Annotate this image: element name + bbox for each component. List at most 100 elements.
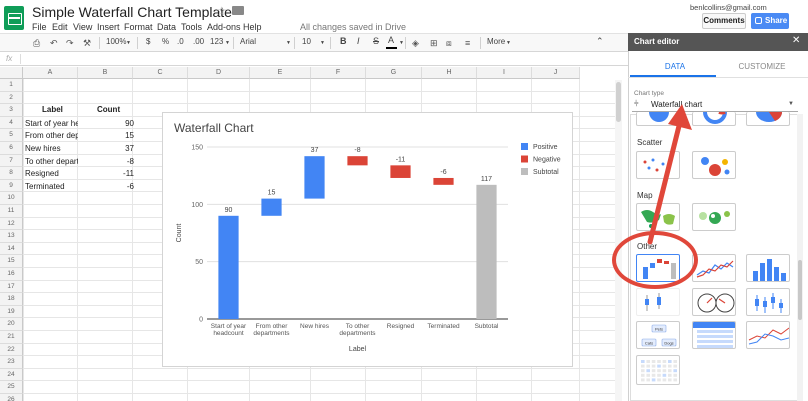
strikethrough-button[interactable]: S — [373, 36, 379, 46]
column-header[interactable]: I — [477, 67, 532, 79]
row-header[interactable]: 17 — [0, 280, 23, 294]
row-header[interactable]: 23 — [0, 356, 23, 369]
paint-format-icon[interactable]: ⚒ — [83, 38, 91, 49]
timeline-chart-thumbnail[interactable] — [746, 321, 790, 349]
align-icon[interactable]: ≡ — [465, 38, 470, 48]
star-icon[interactable]: ☆ — [216, 4, 227, 18]
candlestick-chart-thumbnail[interactable] — [636, 288, 680, 316]
header-label-cell[interactable]: Label — [42, 105, 63, 114]
histogram-chart-thumbnail[interactable] — [746, 254, 790, 282]
save-status[interactable]: All changes saved in Drive — [300, 22, 406, 32]
row-header[interactable]: 19 — [0, 305, 23, 319]
decrease-decimals-button[interactable]: .0 — [177, 37, 184, 46]
bubble-chart-thumbnail[interactable] — [692, 151, 736, 179]
share-button[interactable]: Share — [751, 13, 789, 29]
3d-pie-chart-thumbnail[interactable] — [746, 112, 790, 126]
row-header[interactable]: 24 — [0, 368, 23, 382]
menu-addons[interactable]: Add-ons — [207, 22, 241, 32]
editor-scrollbar[interactable] — [797, 114, 803, 401]
label-cell[interactable]: Resigned — [25, 169, 78, 178]
row-header[interactable]: 15 — [0, 255, 23, 268]
menu-view[interactable]: View — [73, 22, 92, 32]
count-cell[interactable]: -6 — [84, 182, 134, 191]
row-header[interactable]: 18 — [0, 293, 23, 306]
row-header[interactable]: 7 — [0, 154, 23, 168]
zoom-select[interactable]: 100% — [106, 37, 126, 46]
column-header[interactable]: G — [366, 67, 422, 79]
select-all-corner[interactable] — [0, 67, 23, 79]
comments-button[interactable]: Comments — [702, 13, 746, 29]
tab-customize[interactable]: CUSTOMIZE — [722, 62, 802, 71]
row-header[interactable]: 22 — [0, 343, 23, 357]
menu-data[interactable]: Data — [157, 22, 176, 32]
column-header[interactable]: H — [422, 67, 477, 79]
percent-format-button[interactable]: % — [162, 37, 169, 46]
row-header[interactable]: 13 — [0, 230, 23, 243]
sheets-logo-icon[interactable] — [4, 6, 24, 30]
font-select[interactable]: Arial — [240, 37, 256, 46]
folder-icon[interactable] — [232, 6, 244, 15]
row-header[interactable]: 8 — [0, 167, 23, 180]
menu-tools[interactable]: Tools — [181, 22, 202, 32]
row-header[interactable]: 4 — [0, 116, 23, 130]
count-cell[interactable]: -11 — [84, 169, 134, 178]
row-header[interactable]: 25 — [0, 381, 23, 394]
menu-edit[interactable]: Edit — [52, 22, 68, 32]
row-header[interactable]: 3 — [0, 104, 23, 117]
currency-format-button[interactable]: $ — [146, 37, 150, 46]
count-cell[interactable]: 37 — [84, 144, 134, 153]
text-color-button[interactable]: A — [388, 35, 394, 45]
label-cell[interactable]: New hires — [25, 144, 78, 153]
collapse-toolbar-icon[interactable]: ⌃ — [596, 36, 604, 47]
print-icon[interactable]: ⎙ — [33, 38, 40, 49]
count-cell[interactable]: 90 — [84, 119, 134, 128]
scrollbar-thumb[interactable] — [616, 82, 621, 122]
more-formats-button[interactable]: 123 — [210, 37, 223, 46]
donut-chart-thumbnail[interactable] — [692, 112, 736, 126]
column-header[interactable]: E — [250, 67, 311, 79]
menu-file[interactable]: File — [32, 22, 47, 32]
row-header[interactable]: 9 — [0, 179, 23, 193]
row-header[interactable]: 14 — [0, 242, 23, 256]
borders-icon[interactable]: ⊞ — [430, 38, 438, 49]
label-cell[interactable]: Terminated — [25, 182, 78, 191]
merge-cells-icon[interactable]: ⧈ — [446, 38, 452, 49]
tab-data[interactable]: DATA — [640, 62, 710, 71]
sparkline-chart-thumbnail[interactable] — [692, 254, 736, 282]
table-chart-thumbnail[interactable] — [692, 321, 736, 349]
column-header[interactable]: C — [133, 67, 188, 79]
row-header[interactable]: 1 — [0, 79, 23, 92]
geo-markers-thumbnail[interactable] — [692, 203, 736, 231]
column-header[interactable]: J — [532, 67, 580, 79]
document-title[interactable]: Simple Waterfall Chart Template — [32, 4, 232, 20]
row-header[interactable]: 26 — [0, 394, 23, 401]
org-chart-thumbnail[interactable]: Pets Cats Dogs — [636, 321, 680, 349]
row-header[interactable]: 21 — [0, 331, 23, 344]
gauge-chart-thumbnail[interactable] — [692, 288, 736, 316]
formula-bar[interactable] — [0, 52, 628, 66]
count-cell[interactable]: 15 — [84, 131, 134, 140]
column-header[interactable]: D — [188, 67, 250, 79]
column-header[interactable]: B — [78, 67, 133, 79]
menu-help[interactable]: Help — [243, 22, 262, 32]
undo-icon[interactable]: ↶ — [50, 38, 58, 49]
label-cell[interactable]: From other depar — [25, 131, 78, 140]
editor-scrollbar-thumb[interactable] — [798, 260, 802, 320]
label-cell[interactable]: Start of year head — [25, 119, 78, 128]
increase-decimals-button[interactable]: .00 — [193, 37, 204, 46]
row-header[interactable]: 6 — [0, 142, 23, 155]
label-cell[interactable]: To other departm — [25, 157, 78, 166]
italic-button[interactable]: I — [357, 36, 360, 46]
close-icon[interactable]: ✕ — [792, 35, 800, 46]
row-header[interactable]: 2 — [0, 91, 23, 105]
row-header[interactable]: 16 — [0, 268, 23, 281]
row-header[interactable]: 5 — [0, 129, 23, 142]
more-button[interactable]: More — [487, 37, 505, 46]
font-size-select[interactable]: 10 — [302, 37, 311, 46]
count-cell[interactable]: -8 — [84, 157, 134, 166]
row-header[interactable]: 20 — [0, 318, 23, 331]
row-header[interactable]: 11 — [0, 205, 23, 218]
row-header[interactable]: 10 — [0, 192, 23, 205]
menu-insert[interactable]: Insert — [97, 22, 120, 32]
candlestick-thumbnail[interactable] — [746, 288, 790, 316]
